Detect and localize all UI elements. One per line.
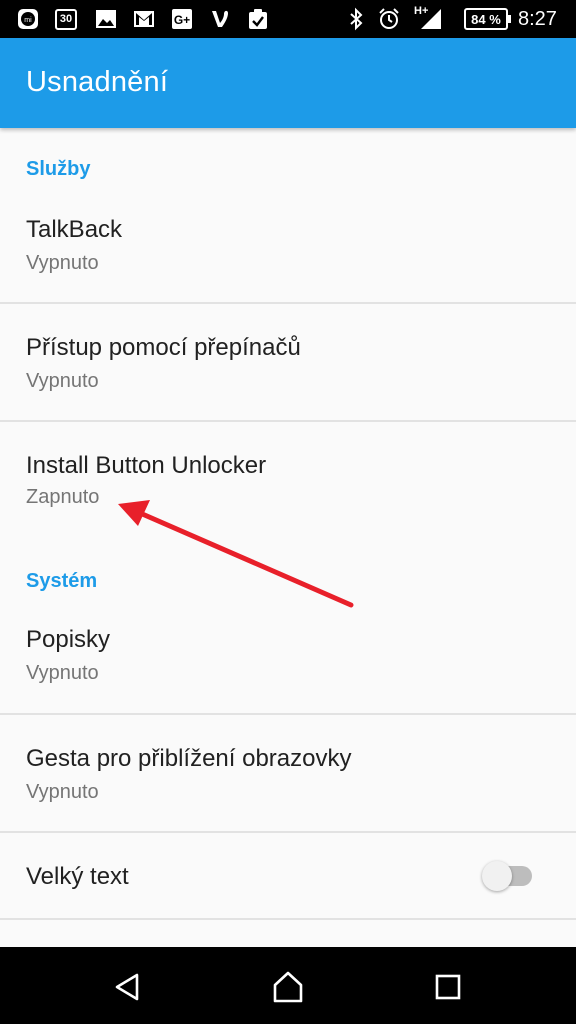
status-bar: mi 30 G+ H+ 84 % 8:27 bbox=[0, 0, 576, 38]
item-title: Install Button Unlocker bbox=[26, 452, 267, 479]
recents-icon[interactable] bbox=[426, 965, 470, 1009]
signal-icon: H+ bbox=[414, 5, 444, 31]
home-icon[interactable] bbox=[266, 965, 310, 1009]
app-bar: Usnadnění bbox=[0, 38, 576, 128]
calendar-day: 30 bbox=[59, 13, 73, 25]
navigation-bar bbox=[0, 947, 576, 1024]
list-item-magnification-gestures[interactable]: Gesta pro přiblížení obrazovky Vypnuto bbox=[0, 715, 576, 831]
item-subtitle: Vypnuto bbox=[26, 252, 99, 274]
image-icon bbox=[94, 7, 118, 31]
large-text-toggle[interactable] bbox=[482, 861, 512, 891]
list-item-talkback[interactable]: TalkBack Vypnuto bbox=[0, 190, 576, 302]
item-subtitle: Vypnuto bbox=[26, 781, 99, 803]
item-title: Velký text bbox=[26, 863, 129, 890]
divider bbox=[0, 918, 576, 920]
item-title: Přístup pomocí přepínačů bbox=[26, 334, 301, 361]
battery-icon: 84 % bbox=[464, 8, 511, 30]
back-icon[interactable] bbox=[106, 965, 150, 1009]
section-header-system: Systém bbox=[26, 570, 98, 592]
item-subtitle: Vypnuto bbox=[26, 662, 99, 684]
svg-text:G+: G+ bbox=[174, 13, 190, 27]
item-subtitle: Zapnuto bbox=[26, 486, 100, 508]
item-subtitle: Vypnuto bbox=[26, 370, 99, 392]
network-type: H+ bbox=[414, 5, 429, 17]
clipboard-check-icon bbox=[246, 7, 270, 31]
bluetooth-icon bbox=[344, 7, 368, 31]
item-title: Popisky bbox=[26, 626, 111, 653]
mi-icon: mi bbox=[16, 7, 40, 31]
list-item-switch-access[interactable]: Přístup pomocí přepínačů Vypnuto bbox=[0, 304, 576, 420]
item-title: TalkBack bbox=[26, 216, 123, 243]
calendar-icon: 30 bbox=[54, 7, 78, 31]
battery-level: 84 % bbox=[471, 11, 501, 27]
item-title: Gesta pro přiblížení obrazovky bbox=[26, 745, 352, 772]
section-header-services: Služby bbox=[26, 158, 91, 180]
vine-icon bbox=[208, 7, 232, 31]
list-item-captions[interactable]: Popisky Vypnuto bbox=[0, 600, 576, 713]
svg-text:mi: mi bbox=[24, 17, 32, 24]
page-title: Usnadnění bbox=[26, 66, 169, 98]
alarm-icon bbox=[377, 7, 401, 31]
accessibility-screen: mi 30 G+ H+ 84 % 8:27 Usnadnění Služby T… bbox=[0, 0, 576, 1024]
clock: 8:27 bbox=[518, 8, 557, 30]
google-plus-icon: G+ bbox=[170, 7, 194, 31]
gmail-icon bbox=[132, 7, 156, 31]
list-item-install-button-unlocker[interactable]: Install Button Unlocker Zapnuto bbox=[0, 422, 576, 538]
